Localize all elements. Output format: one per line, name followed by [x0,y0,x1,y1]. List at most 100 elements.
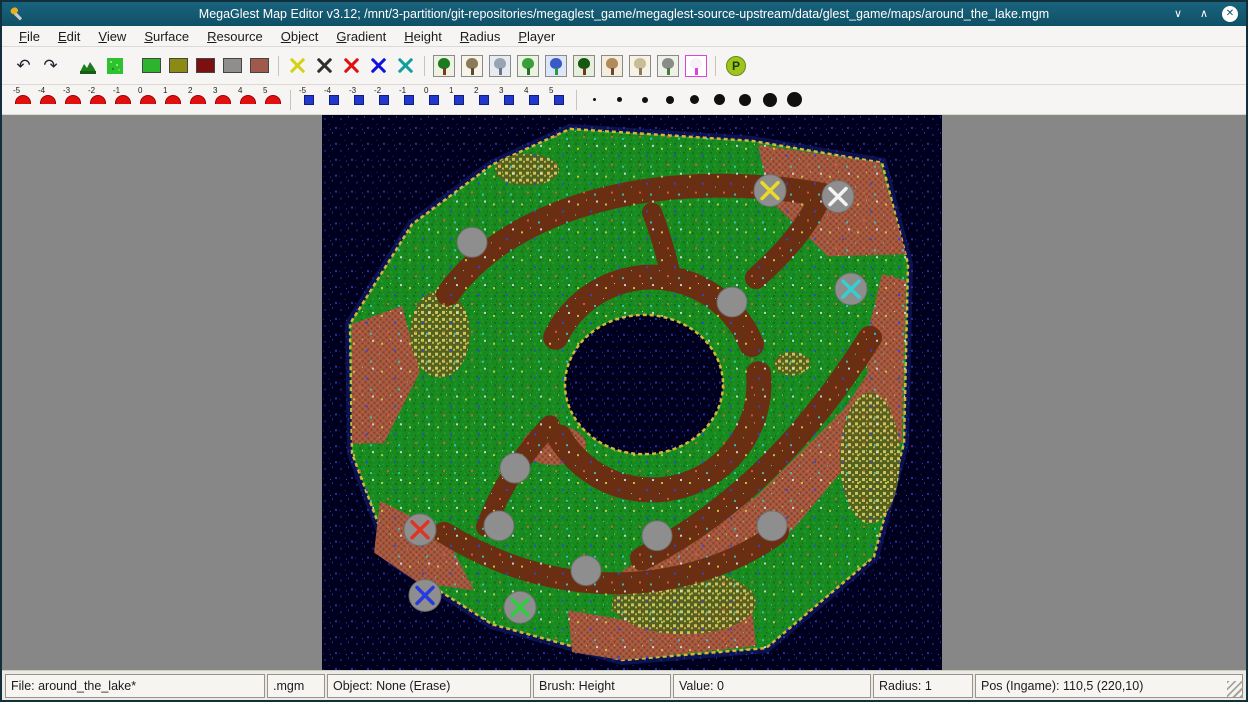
surface-swatch-icon [250,58,269,73]
height-brush-button[interactable]: 4 [235,86,260,114]
gradient-brush-button[interactable]: -1 [396,86,421,114]
surface-swatch-button[interactable] [138,52,165,80]
menu-item[interactable]: Object [272,27,328,46]
titlebar[interactable]: MegaGlest Map Editor v3.12; /mnt/3-parti… [2,2,1246,26]
object-stem-icon [499,68,502,75]
radius-button[interactable] [682,87,707,113]
player-button[interactable]: P [721,52,751,80]
resource-mark-button[interactable] [392,52,419,80]
grass-brush-button[interactable] [74,52,101,80]
stone-patch [484,511,514,541]
height-brush-value: -2 [88,86,95,95]
radius-button[interactable] [757,87,782,113]
height-brush-button[interactable]: -4 [35,86,60,114]
object-tool-button[interactable] [545,55,567,77]
gradient-brush-value: -4 [324,86,331,95]
gradient-brush-icon [354,95,364,105]
gradient-brush-button[interactable]: 2 [471,86,496,114]
resource-mark-button[interactable] [338,52,365,80]
object-tool-button[interactable] [433,55,455,77]
object-tool-button[interactable] [629,55,651,77]
gradient-brush-button[interactable]: 3 [496,86,521,114]
gradient-brush-group: -5 -4 -3 -2 -1 0 1 2 [296,86,571,114]
object-stem-icon [583,68,586,75]
status-field: Object: None (Erase) [327,674,531,698]
secondary-grass-brush-button[interactable] [101,52,128,80]
height-brush-button[interactable]: 5 [260,86,285,114]
gradient-brush-button[interactable]: -5 [296,86,321,114]
object-tool-button[interactable] [517,55,539,77]
app-icon[interactable] [10,6,26,22]
resource-mark-button[interactable] [284,52,311,80]
height-brush-button[interactable]: 2 [185,86,210,114]
radius-button[interactable] [782,87,807,113]
redo-button[interactable]: ↷ [37,52,64,80]
menu-item[interactable]: Resource [198,27,272,46]
height-brush-button[interactable]: 1 [160,86,185,114]
object-tool-button[interactable] [489,55,511,77]
radius-button[interactable] [657,87,682,113]
undo-icon: ↶ [16,57,30,74]
gradient-brush-icon [429,95,439,105]
status-field-text: File: around_the_lake* [11,679,136,693]
gradient-brush-button[interactable]: 4 [521,86,546,114]
radius-button[interactable] [632,87,657,113]
object-tool-button[interactable] [461,55,483,77]
menu-item[interactable]: Height [395,27,451,46]
object-stem-icon [667,68,670,75]
undo-button[interactable]: ↶ [10,52,37,80]
gradient-brush-value: 4 [524,86,528,95]
player-start-marker [835,273,867,305]
menu-item[interactable]: View [89,27,135,46]
gradient-brush-button[interactable]: 0 [421,86,446,114]
menu-item[interactable]: Player [509,27,564,46]
surface-swatch-button[interactable] [246,52,273,80]
map-canvas-area[interactable] [2,115,1246,670]
height-brush-button[interactable]: -3 [60,86,85,114]
map-view[interactable] [322,115,942,670]
gradient-brush-button[interactable]: 5 [546,86,571,114]
height-brush-button[interactable]: -2 [85,86,110,114]
minimize-button[interactable]: ∨ [1170,6,1186,22]
radius-dot-icon [642,97,648,103]
radius-button[interactable] [707,87,732,113]
close-button[interactable]: ✕ [1222,6,1238,22]
height-brush-value: 2 [188,86,192,95]
height-brush-button[interactable]: 3 [210,86,235,114]
menu-item[interactable]: File [10,27,49,46]
height-brush-icon [240,95,256,104]
resize-grip-icon[interactable] [1227,681,1243,697]
height-brush-button[interactable]: 0 [135,86,160,114]
surface-swatch-button[interactable] [165,52,192,80]
radius-dot-icon [714,94,725,105]
gradient-brush-button[interactable]: -3 [346,86,371,114]
menu-item[interactable]: Radius [451,27,509,46]
height-brush-icon [65,95,81,104]
menu-item[interactable]: Surface [135,27,198,46]
gradient-brush-button[interactable]: -2 [371,86,396,114]
surface-swatch-button[interactable] [219,52,246,80]
height-brush-button[interactable]: -5 [10,86,35,114]
maximize-button[interactable]: ∧ [1196,6,1212,22]
object-tool-button[interactable] [657,55,679,77]
object-tool-button[interactable] [685,55,707,77]
radius-button[interactable] [607,87,632,113]
radius-group [582,87,807,113]
resource-x-icon [397,57,414,74]
menu-item[interactable]: Edit [49,27,89,46]
resource-mark-button[interactable] [365,52,392,80]
gradient-brush-button[interactable]: -4 [321,86,346,114]
height-brush-icon [165,95,181,104]
object-tool-button[interactable] [573,55,595,77]
radius-button[interactable] [732,87,757,113]
gradient-brush-button[interactable]: 1 [446,86,471,114]
radius-button[interactable] [582,87,607,113]
object-stem-icon [471,68,474,75]
menu-item[interactable]: Gradient [327,27,395,46]
height-brush-button[interactable]: -1 [110,86,135,114]
object-tool-button[interactable] [601,55,623,77]
resource-mark-button[interactable] [311,52,338,80]
object-stem-icon [527,68,530,75]
height-brush-value: -1 [113,86,120,95]
surface-swatch-button[interactable] [192,52,219,80]
